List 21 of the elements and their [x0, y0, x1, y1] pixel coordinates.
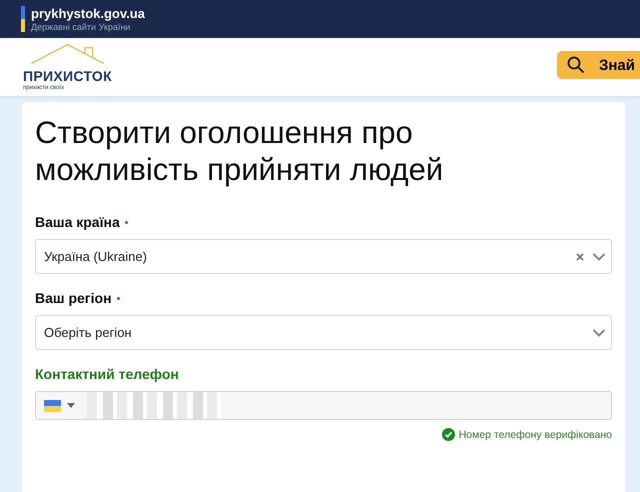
field-label: Ваша країна: [35, 214, 120, 230]
search-icon: [566, 56, 585, 74]
field-label: Ваш регіон: [35, 290, 112, 306]
select-field[interactable]: Україна (Ukraine): [35, 239, 612, 274]
verification-note: Номер телефону верифіковано: [458, 428, 612, 440]
required-dot-icon: [124, 220, 128, 224]
phone-input-field[interactable]: [35, 391, 612, 420]
country-flag-icon[interactable]: [44, 400, 61, 412]
search-button[interactable]: Знай: [556, 51, 640, 79]
check-circle-icon: [442, 428, 455, 441]
chevron-icon: [592, 252, 606, 262]
flag-icon: [21, 6, 25, 32]
required-dot-icon: [116, 296, 120, 300]
select-field[interactable]: Оберіть регіон: [35, 315, 612, 350]
caret-icon[interactable]: [67, 403, 75, 408]
clear-icon[interactable]: [575, 252, 585, 262]
field-label: Контактний телефон: [35, 366, 179, 382]
chevron-icon: [592, 328, 606, 338]
site-domain[interactable]: prykhystok.gov.ua: [31, 6, 145, 22]
site-subtitle: Державні сайти України: [31, 22, 132, 32]
form-title: Створити оголошення про можливість прийняти людей: [35, 114, 444, 188]
